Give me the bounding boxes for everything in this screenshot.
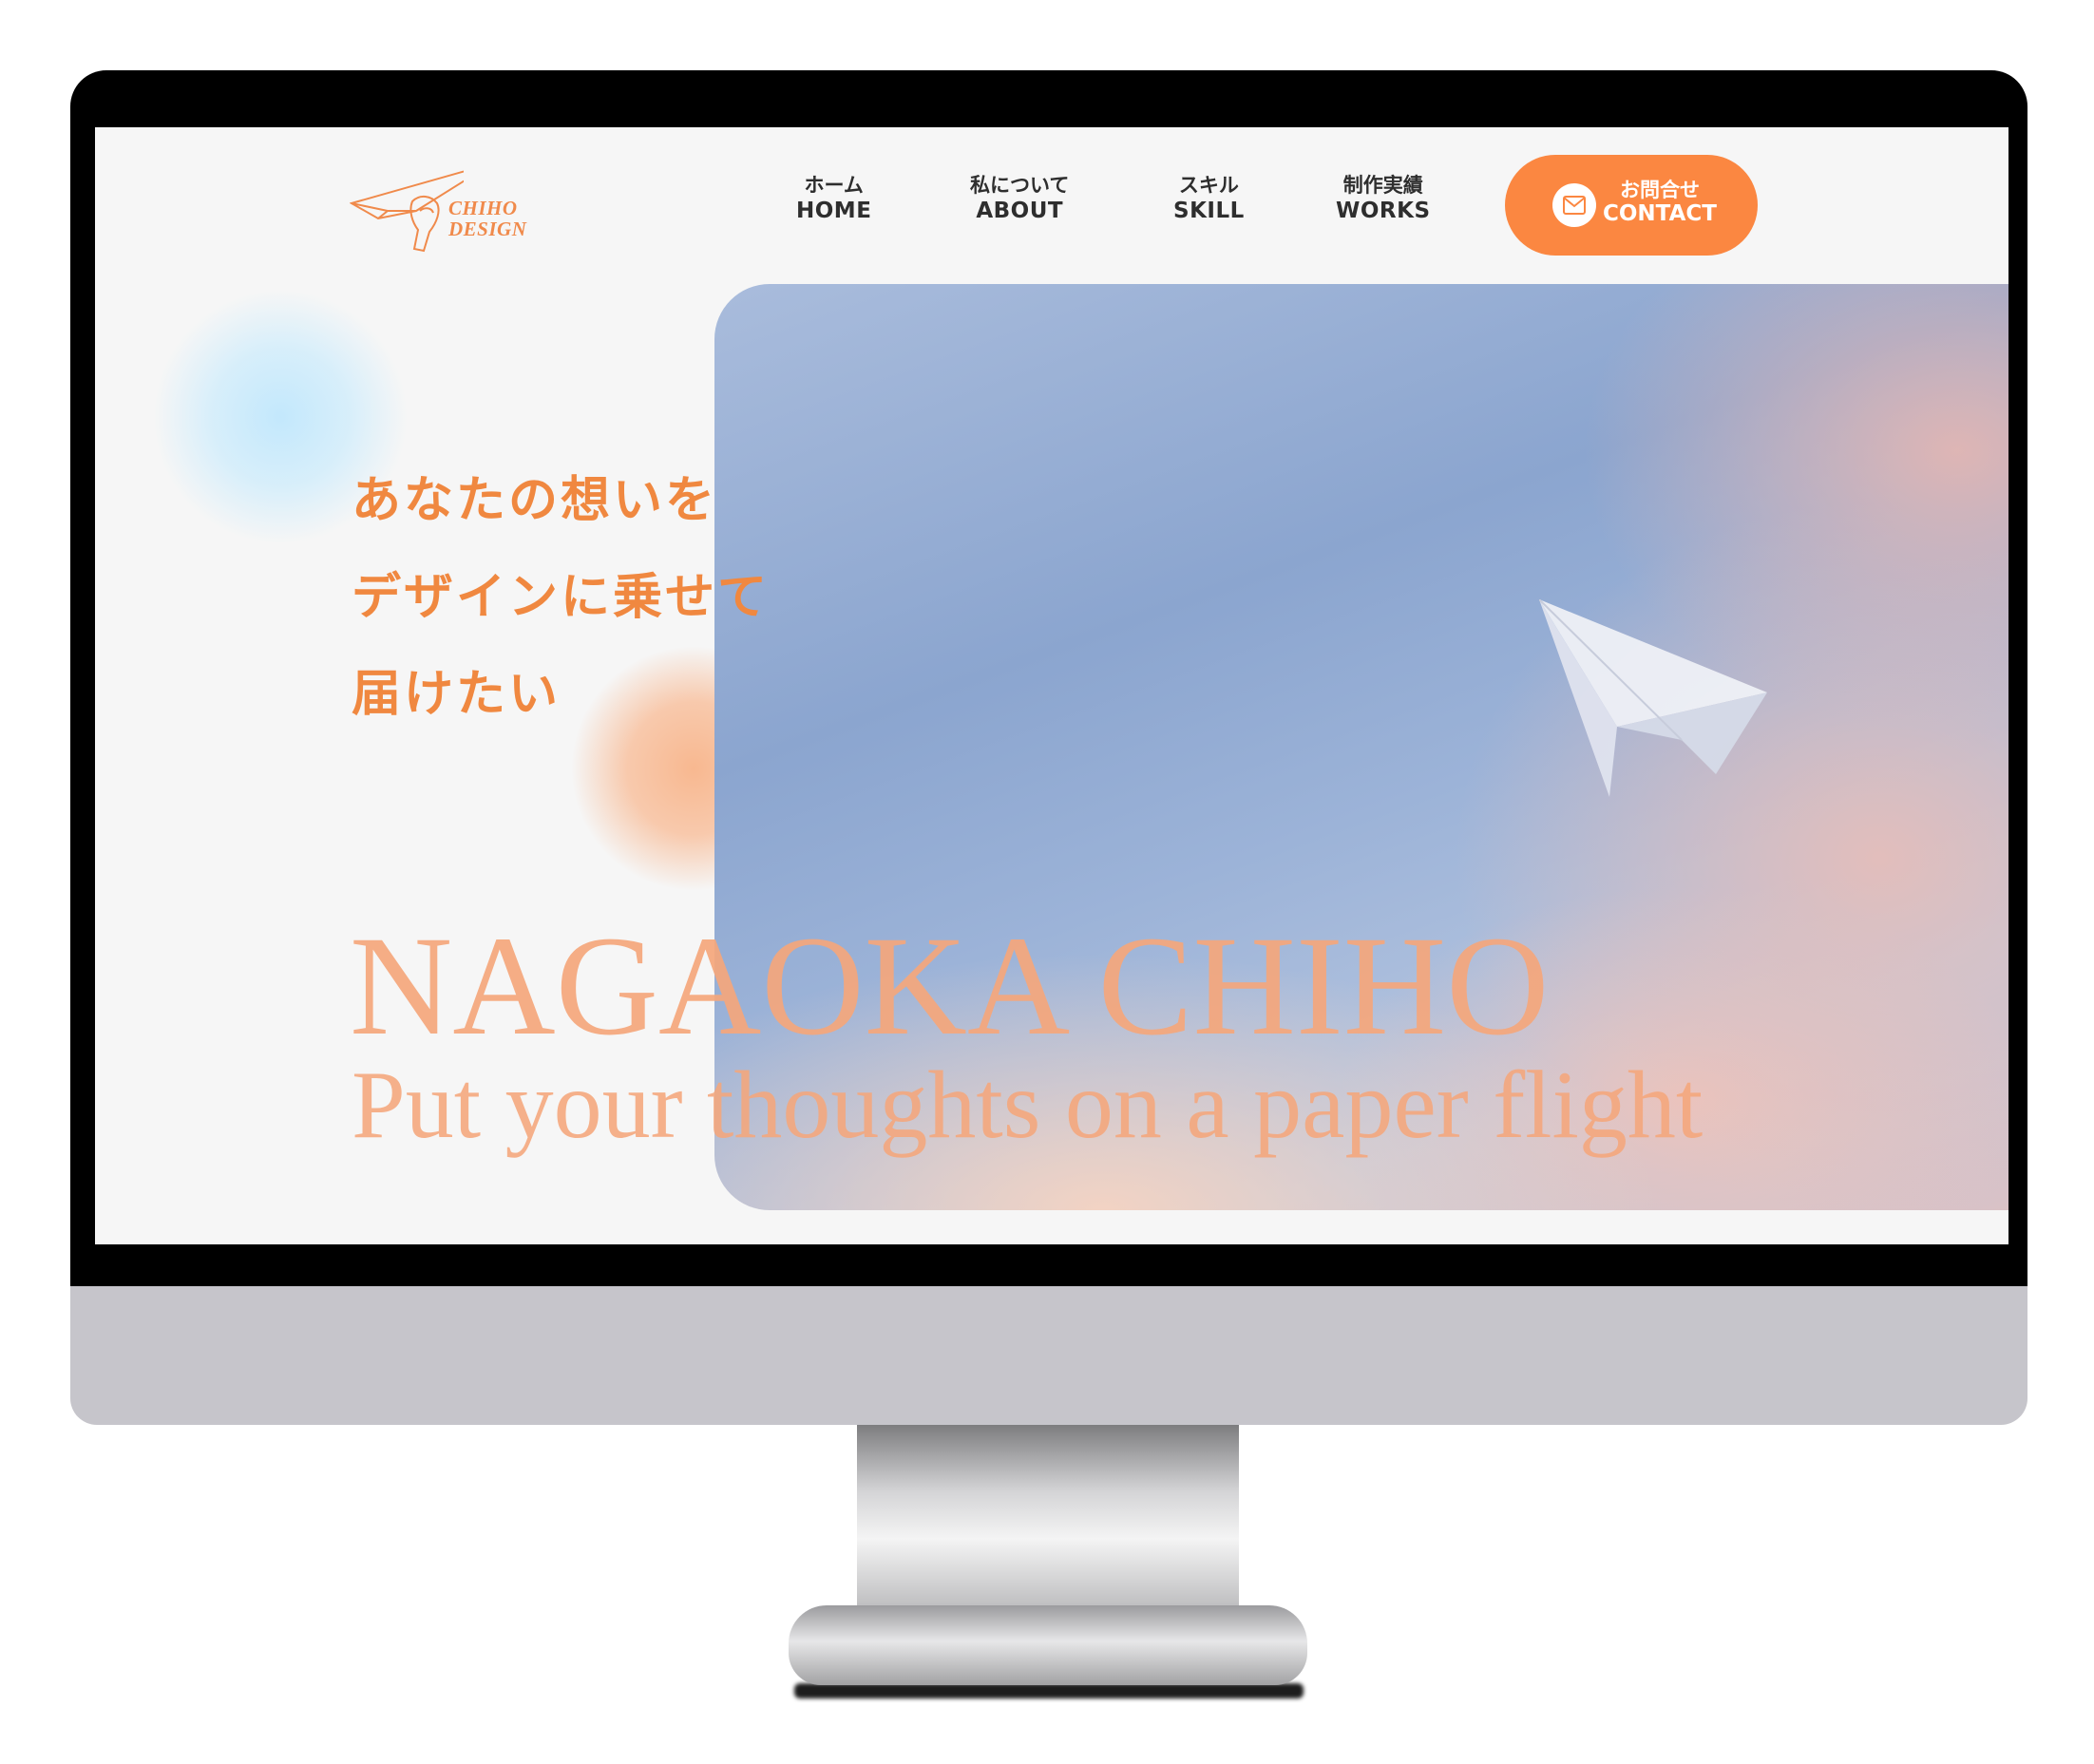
monitor-stand-neck bbox=[857, 1425, 1239, 1615]
mail-icon bbox=[1552, 183, 1596, 227]
hero-subtitle: Put your thoughts on a paper flight bbox=[352, 1052, 1704, 1159]
nav-item-works[interactable]: 制作実績 WORKS bbox=[1336, 173, 1431, 224]
tagline-line: あなたの想いを bbox=[352, 471, 718, 529]
tagline-line: デザインに乗せて bbox=[352, 568, 771, 626]
monitor-stand-foot bbox=[789, 1605, 1307, 1685]
nav-item-skill[interactable]: スキル SKILL bbox=[1173, 173, 1245, 224]
contact-button[interactable]: お問合せ CONTACT bbox=[1505, 155, 1758, 256]
site-logo[interactable]: CHIHO DESIGN bbox=[350, 156, 540, 260]
nav-item-about[interactable]: 私について ABOUT bbox=[970, 173, 1069, 224]
nav-item-home[interactable]: ホーム HOME bbox=[796, 173, 871, 224]
paper-plane-hand-icon bbox=[350, 170, 464, 253]
contact-button-label: お問合せ CONTACT bbox=[1603, 179, 1717, 226]
website-screen: CHIHO DESIGN ホーム HOME 私について ABOUT スキル SK… bbox=[95, 127, 2008, 1244]
hero-name: NAGAOKA CHIHO bbox=[350, 907, 1550, 1065]
paper-plane-icon bbox=[1539, 599, 1767, 797]
logo-text: CHIHO DESIGN bbox=[448, 197, 527, 240]
tagline-line: 届けたい bbox=[352, 665, 562, 723]
monitor-chin bbox=[70, 1286, 2027, 1425]
hero-tagline: あなたの想いを デザインに乗せて 届けたい bbox=[352, 452, 770, 743]
monitor-stand-shadow bbox=[794, 1683, 1304, 1698]
